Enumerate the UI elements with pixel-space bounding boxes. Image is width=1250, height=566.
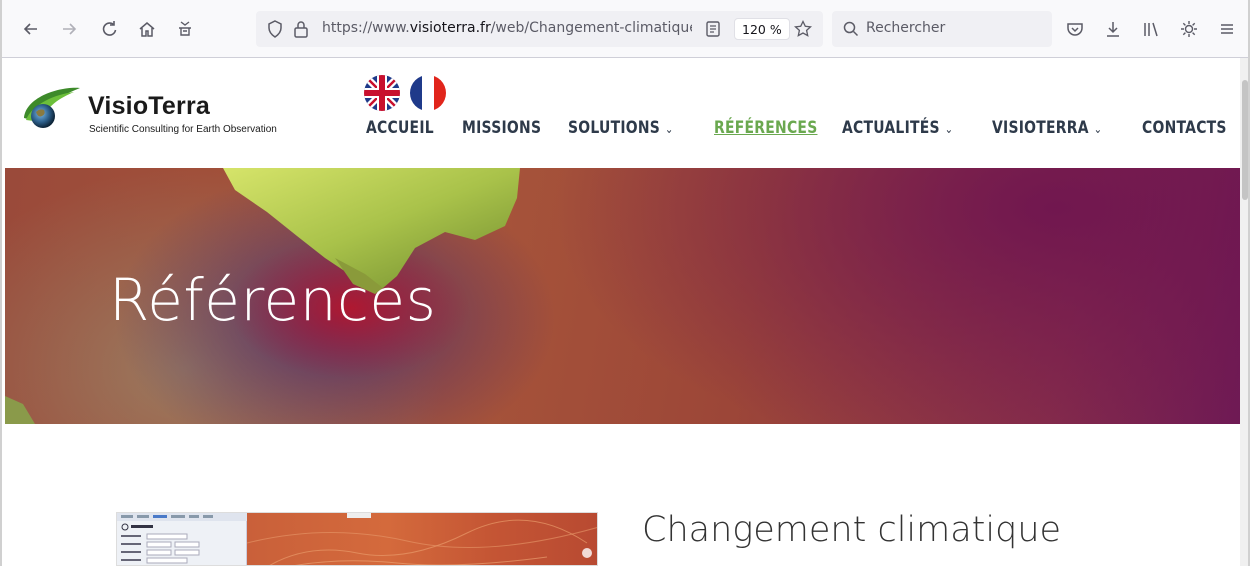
nav-actualites-label: ACTUALITÉS <box>842 118 940 138</box>
chevron-down-icon: ⌄ <box>664 122 674 136</box>
nav-visioterra-label: VISIOTERRA <box>992 118 1089 138</box>
thumbnail-panel <box>117 513 247 565</box>
forward-icon[interactable] <box>58 18 80 40</box>
lock-icon[interactable] <box>290 18 312 40</box>
chevron-down-icon: ⌄ <box>944 122 954 136</box>
library-icon[interactable] <box>1140 18 1162 40</box>
nav-contacts[interactable]: CONTACTS <box>1142 118 1227 138</box>
hero-banner: Références <box>5 168 1241 424</box>
nav-contacts-label: CONTACTS <box>1142 118 1227 138</box>
extensions-icon[interactable] <box>1178 18 1200 40</box>
logo-subtitle: Scientific Consulting for Earth Observat… <box>89 124 277 135</box>
thumbnail-map <box>246 513 597 565</box>
hero-title: Références <box>109 266 437 334</box>
globe-logo-icon[interactable] <box>22 82 82 134</box>
search-icon <box>840 18 862 40</box>
uk-flag-icon[interactable] <box>364 75 400 111</box>
nav-missions-label: MISSIONS <box>462 118 542 138</box>
nav-solutions[interactable]: SOLUTIONS ⌄ <box>568 118 673 138</box>
reload-icon[interactable] <box>98 18 120 40</box>
nav-actualites[interactable]: ACTUALITÉS ⌄ <box>842 118 953 138</box>
site-header: VisioTerra Scientific Consulting for Ear… <box>0 58 1240 168</box>
nav-visioterra[interactable]: VISIOTERRA ⌄ <box>992 118 1102 138</box>
url-prefix: https://www. <box>322 20 410 36</box>
french-flag-icon[interactable] <box>410 75 446 111</box>
article-title[interactable]: Changement climatique <box>642 510 1061 550</box>
logo-title[interactable]: VisioTerra <box>88 92 210 121</box>
zoom-level[interactable]: 120 % <box>734 18 790 40</box>
shield-icon[interactable] <box>264 18 286 40</box>
search-input[interactable]: Rechercher <box>866 20 945 36</box>
screenshot-icon[interactable] <box>174 18 196 40</box>
download-icon[interactable] <box>1102 18 1124 40</box>
chevron-down-icon: ⌄ <box>1093 122 1103 136</box>
scrollbar-thumb[interactable] <box>1242 80 1248 200</box>
nav-solutions-label: SOLUTIONS <box>568 118 661 138</box>
nav-references-label: RÉFÉRENCES <box>714 118 818 138</box>
home-icon[interactable] <box>136 18 158 40</box>
search-bar[interactable]: Rechercher <box>832 11 1052 47</box>
url-domain: visioterra.fr <box>409 20 491 36</box>
nav-missions[interactable]: MISSIONS <box>462 118 541 138</box>
nav-accueil[interactable]: ACCUEIL <box>366 118 434 138</box>
nav-references[interactable]: RÉFÉRENCES <box>714 118 817 138</box>
pocket-icon[interactable] <box>1064 18 1086 40</box>
article-thumbnail[interactable] <box>116 512 598 566</box>
browser-toolbar: https://www.visioterra.fr/web/Changement… <box>0 0 1250 58</box>
back-icon[interactable] <box>20 18 42 40</box>
page-scrollbar[interactable] <box>1240 58 1250 566</box>
nav-accueil-label: ACCUEIL <box>366 118 434 138</box>
star-icon[interactable] <box>792 18 814 40</box>
reader-view-icon[interactable] <box>702 18 724 40</box>
url-bar[interactable]: https://www.visioterra.fr/web/Changement… <box>256 11 823 47</box>
url-text[interactable]: https://www.visioterra.fr/web/Changement… <box>322 20 692 36</box>
menu-icon[interactable] <box>1216 18 1238 40</box>
url-path: /web/Changement-climatique <box>490 20 692 36</box>
